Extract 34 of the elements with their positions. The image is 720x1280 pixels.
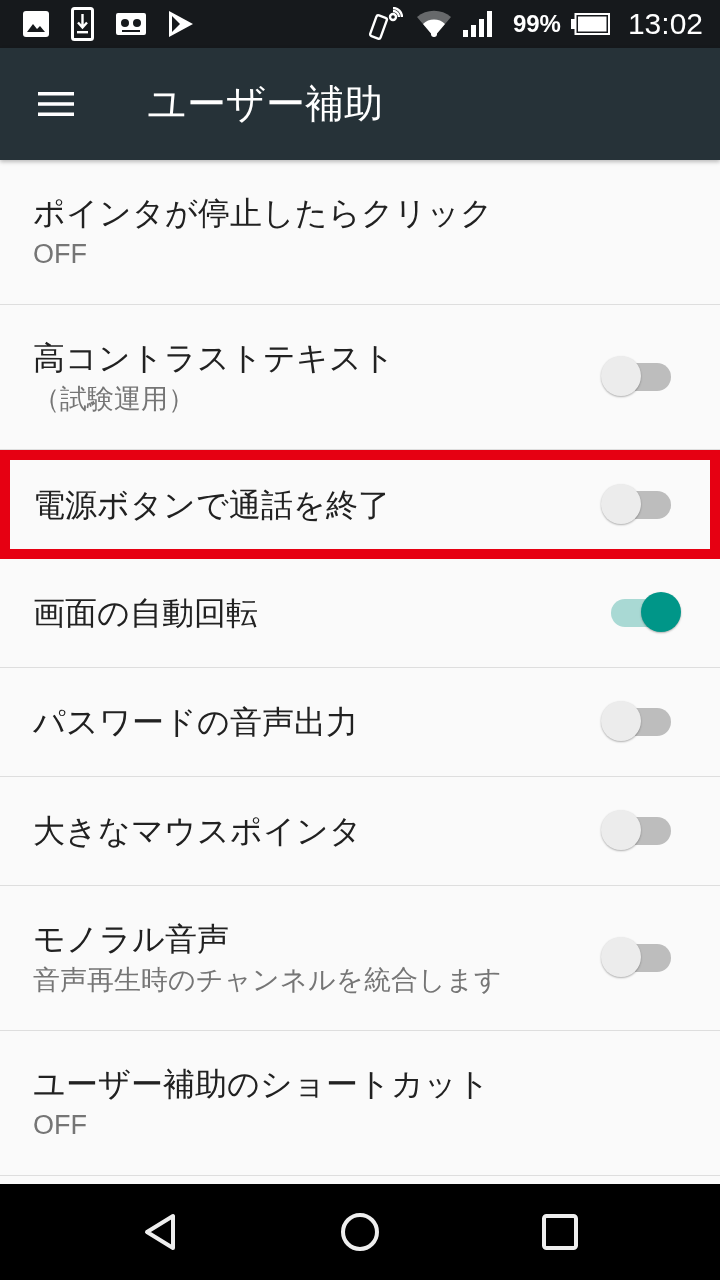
settings-row[interactable]: パスワードの音声出力 [0, 668, 720, 777]
settings-row[interactable]: 高コントラストテキスト （試験運用） [0, 305, 720, 450]
settings-row[interactable]: モノラル音声 音声再生時のチャンネルを統合します [0, 886, 720, 1031]
image-icon [23, 11, 49, 37]
settings-row[interactable]: 大きなマウスポインタ [0, 777, 720, 886]
home-icon [340, 1212, 380, 1252]
battery-percent: 99% [512, 10, 561, 38]
back-icon [144, 1213, 176, 1251]
settings-row[interactable]: ポインタが停止したらクリック OFF [0, 160, 720, 305]
setting-title: 電源ボタンで通話を終了 [33, 485, 390, 525]
wifi-icon [416, 10, 451, 38]
setting-title: 画面の自動回転 [33, 594, 258, 633]
setting-title: モノラル音声 [33, 919, 229, 959]
phone-download-icon [71, 7, 94, 41]
setting-summary: （試験運用） [33, 382, 195, 416]
setting-summary: OFF [33, 237, 87, 271]
setting-summary: 音声再生時のチャンネルを統合します [33, 963, 502, 997]
setting-title: ポインタが停止したらクリック [33, 193, 493, 233]
recents-icon [542, 1214, 578, 1250]
setting-summary: OFF [33, 1108, 87, 1142]
nfc-phone-icon [368, 7, 403, 41]
app-bar-title: ユーザー補助 [147, 81, 383, 127]
cassette-icon [116, 13, 146, 35]
play-triangle-icon [168, 10, 194, 38]
signal-icon [462, 11, 493, 37]
setting-title: ユーザー補助のショートカット [33, 1064, 490, 1104]
setting-title: パスワードの音声出力 [33, 703, 358, 742]
menu-icon [38, 92, 74, 116]
setting-title: 大きなマウスポインタ [33, 812, 362, 851]
settings-row[interactable]: 画面の自動回転 [0, 559, 720, 668]
clock-time: 13:02 [627, 7, 703, 41]
setting-title: 高コントラストテキスト [33, 338, 395, 378]
battery-icon [570, 13, 610, 35]
settings-row[interactable]: ユーザー補助のショートカット OFF [0, 1031, 720, 1176]
